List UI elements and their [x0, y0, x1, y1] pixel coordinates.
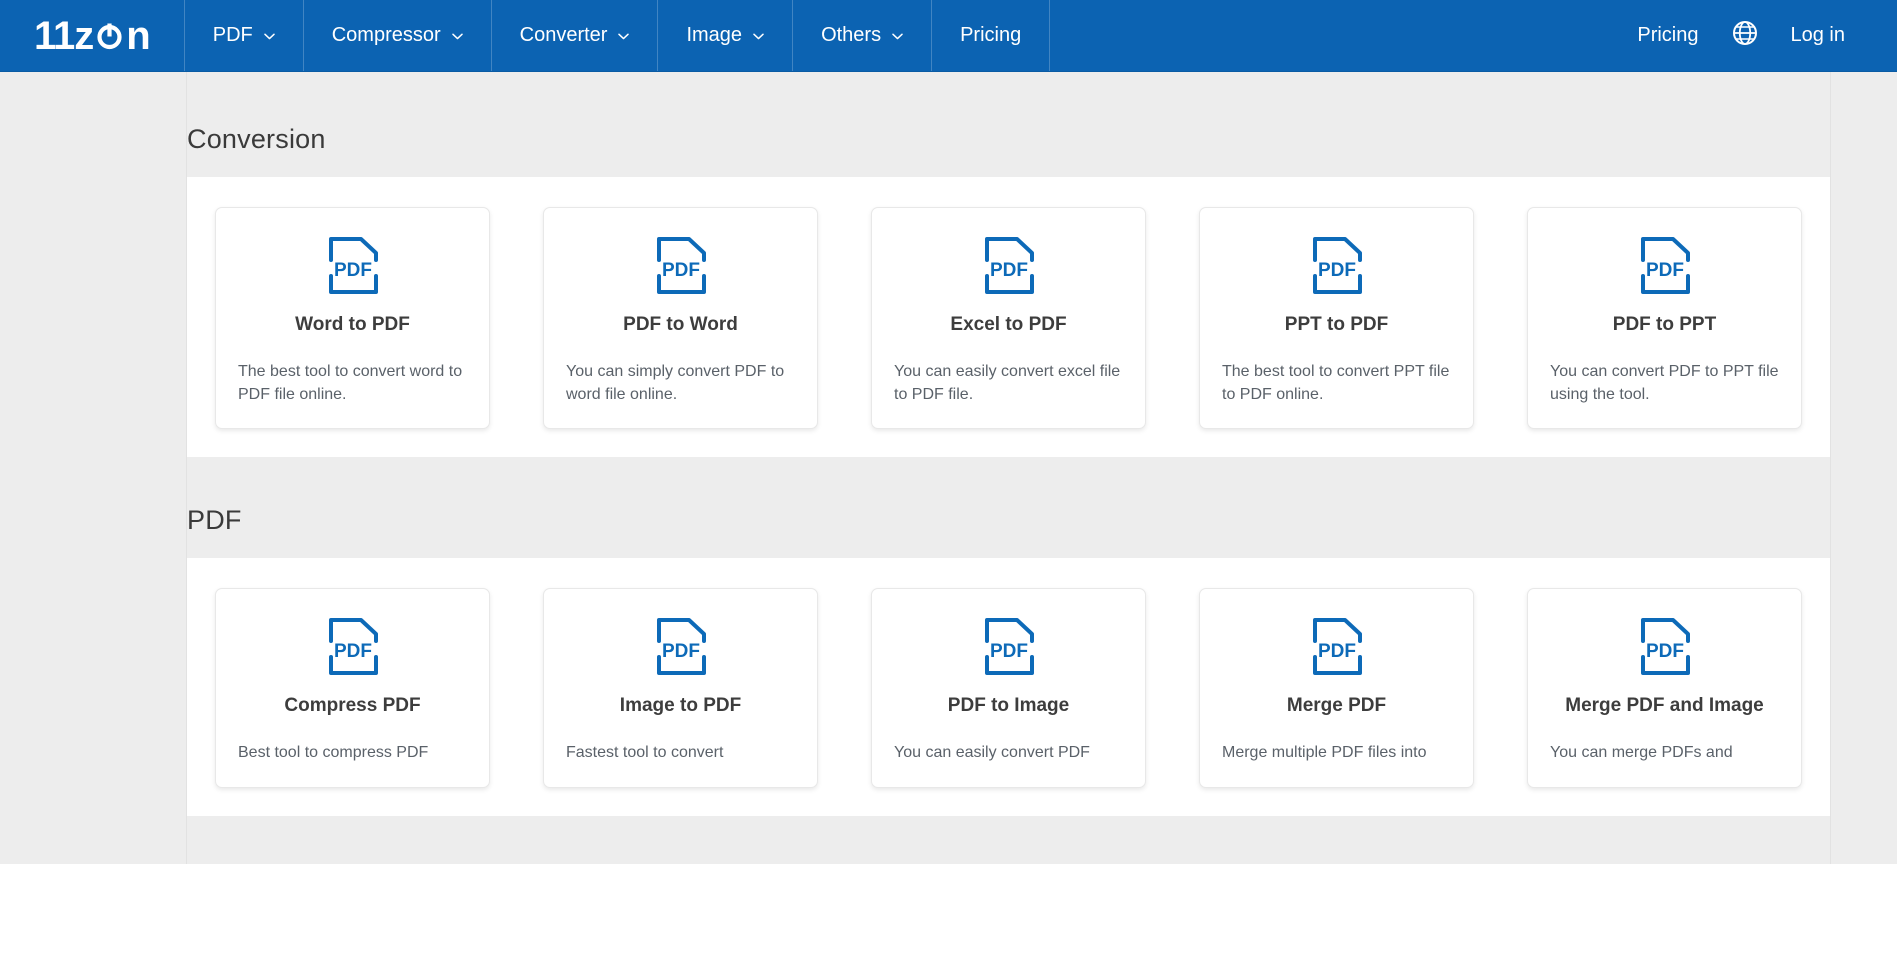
nav-item-label: Image [686, 24, 743, 46]
nav-item-label: PDF [212, 24, 253, 46]
svg-text:PDF: PDF [1318, 260, 1356, 281]
nav-item-pricing[interactable]: Pricing [931, 0, 1051, 71]
svg-text:PDF: PDF [990, 260, 1028, 281]
logo-text-before: 11z [34, 13, 94, 58]
card-description: Merge multiple PDF files into [1222, 744, 1427, 762]
tool-card-merge-pdf-and-image[interactable]: PDF Merge PDF and Image You can merge PD… [1527, 588, 1802, 788]
nav-item-label: Converter [519, 24, 608, 46]
pdf-file-icon: PDF [1309, 236, 1365, 298]
pdf-card-panel: PDF Compress PDF Best tool to compress P… [187, 558, 1830, 816]
chevron-down-icon [753, 33, 764, 40]
card-title: PDF to PPT [1612, 314, 1717, 335]
page-body: Conversion PDF Word to PDF The best tool… [0, 72, 1897, 958]
chevron-down-icon [618, 33, 630, 40]
pdf-file-icon: PDF [981, 617, 1037, 679]
card-description: Fastest tool to convert [566, 744, 724, 762]
top-navigation-bar: 11z n PDF Compressor Converter Image Othe… [0, 0, 1897, 72]
svg-text:PDF: PDF [334, 641, 372, 662]
card-title: Compress PDF [284, 695, 421, 717]
nav-item-label: Pricing [960, 24, 1022, 46]
tool-card-pdf-to-word[interactable]: PDF PDF to Word You can simply convert P… [543, 207, 818, 430]
tool-card-merge-pdf[interactable]: PDF Merge PDF Merge multiple PDF files i… [1199, 588, 1474, 788]
section-heading-conversion: Conversion [187, 124, 326, 154]
card-title: PDF to Word [623, 314, 738, 335]
navbar-right-actions: Pricing Log in [1615, 0, 1897, 71]
card-description: Best tool to compress PDF [238, 744, 429, 762]
pdf-file-icon: PDF [653, 236, 709, 298]
tool-card-word-to-pdf[interactable]: PDF Word to PDF The best tool to convert… [215, 207, 490, 430]
card-title: PPT to PDF [1284, 314, 1389, 335]
pricing-link[interactable]: Pricing [1615, 24, 1720, 47]
pdf-file-icon: PDF [325, 236, 381, 298]
pdf-file-icon: PDF [1637, 236, 1693, 298]
nav-item-label: Compressor [331, 24, 441, 46]
white-overlay-band [0, 864, 1897, 958]
pdf-file-icon: PDF [325, 617, 381, 679]
nav-item-label: Others [821, 24, 882, 46]
logo-text-after: n [126, 13, 150, 58]
chevron-down-icon [451, 33, 463, 40]
card-description: You can easily convert excel file to PDF… [894, 363, 1121, 404]
card-description: The best tool to convert word to PDF fil… [238, 363, 463, 404]
card-title: Image to PDF [619, 695, 742, 717]
tool-card-pdf-to-image[interactable]: PDF PDF to Image You can easily convert … [871, 588, 1146, 788]
chevron-down-icon [263, 33, 275, 40]
nav-item-pdf[interactable]: PDF [183, 0, 303, 71]
svg-text:PDF: PDF [662, 641, 700, 662]
svg-text:PDF: PDF [990, 641, 1028, 662]
power-o-icon [94, 20, 125, 51]
section-heading-pdf: PDF [187, 505, 242, 536]
card-description: You can easily convert PDF [894, 744, 1090, 762]
tool-card-pdf-to-ppt[interactable]: PDF PDF to PPT You can convert PDF to PP… [1527, 207, 1802, 430]
main-menu: PDF Compressor Converter Image Others Pr… [183, 0, 1051, 71]
svg-text:PDF: PDF [1646, 260, 1684, 281]
navbar-spacer [1050, 0, 1615, 71]
card-description: You can merge PDFs and [1550, 744, 1733, 762]
tool-card-compress-pdf[interactable]: PDF Compress PDF Best tool to compress P… [215, 588, 490, 788]
card-description: You can convert PDF to PPT file using th… [1550, 363, 1779, 404]
globe-icon [1731, 19, 1759, 52]
card-title: Excel to PDF [950, 314, 1067, 335]
nav-item-compressor[interactable]: Compressor [302, 0, 491, 71]
language-selector[interactable] [1721, 19, 1769, 52]
card-description: The best tool to convert PPT file to PDF… [1222, 363, 1450, 404]
svg-text:PDF: PDF [662, 260, 700, 281]
svg-text:PDF: PDF [1646, 641, 1684, 662]
nav-item-converter[interactable]: Converter [490, 0, 658, 71]
card-title: Merge PDF and Image [1565, 695, 1764, 717]
nav-item-others[interactable]: Others [792, 0, 931, 71]
svg-text:PDF: PDF [334, 260, 372, 281]
card-title: Word to PDF [295, 314, 410, 335]
pdf-file-icon: PDF [1637, 617, 1693, 679]
pdf-file-icon: PDF [653, 617, 709, 679]
login-link[interactable]: Log in [1769, 24, 1868, 47]
content-container: Conversion PDF Word to PDF The best tool… [186, 72, 1831, 941]
svg-text:PDF: PDF [1318, 641, 1356, 662]
pdf-file-icon: PDF [1309, 617, 1365, 679]
tool-card-image-to-pdf[interactable]: PDF Image to PDF Fastest tool to convert [543, 588, 818, 788]
tool-card-ppt-to-pdf[interactable]: PDF PPT to PDF The best tool to convert … [1199, 207, 1474, 430]
card-description: You can simply convert PDF to word file … [566, 363, 785, 404]
site-logo[interactable]: 11z n [0, 0, 184, 71]
chevron-down-icon [892, 33, 903, 40]
tool-card-excel-to-pdf[interactable]: PDF Excel to PDF You can easily convert … [871, 207, 1146, 430]
nav-item-image[interactable]: Image [657, 0, 792, 71]
pdf-file-icon: PDF [981, 236, 1037, 298]
card-title: PDF to Image [947, 695, 1070, 717]
logo-text: 11z n [34, 13, 151, 58]
conversion-card-panel: PDF Word to PDF The best tool to convert… [187, 177, 1830, 458]
card-title: Merge PDF [1286, 695, 1387, 717]
